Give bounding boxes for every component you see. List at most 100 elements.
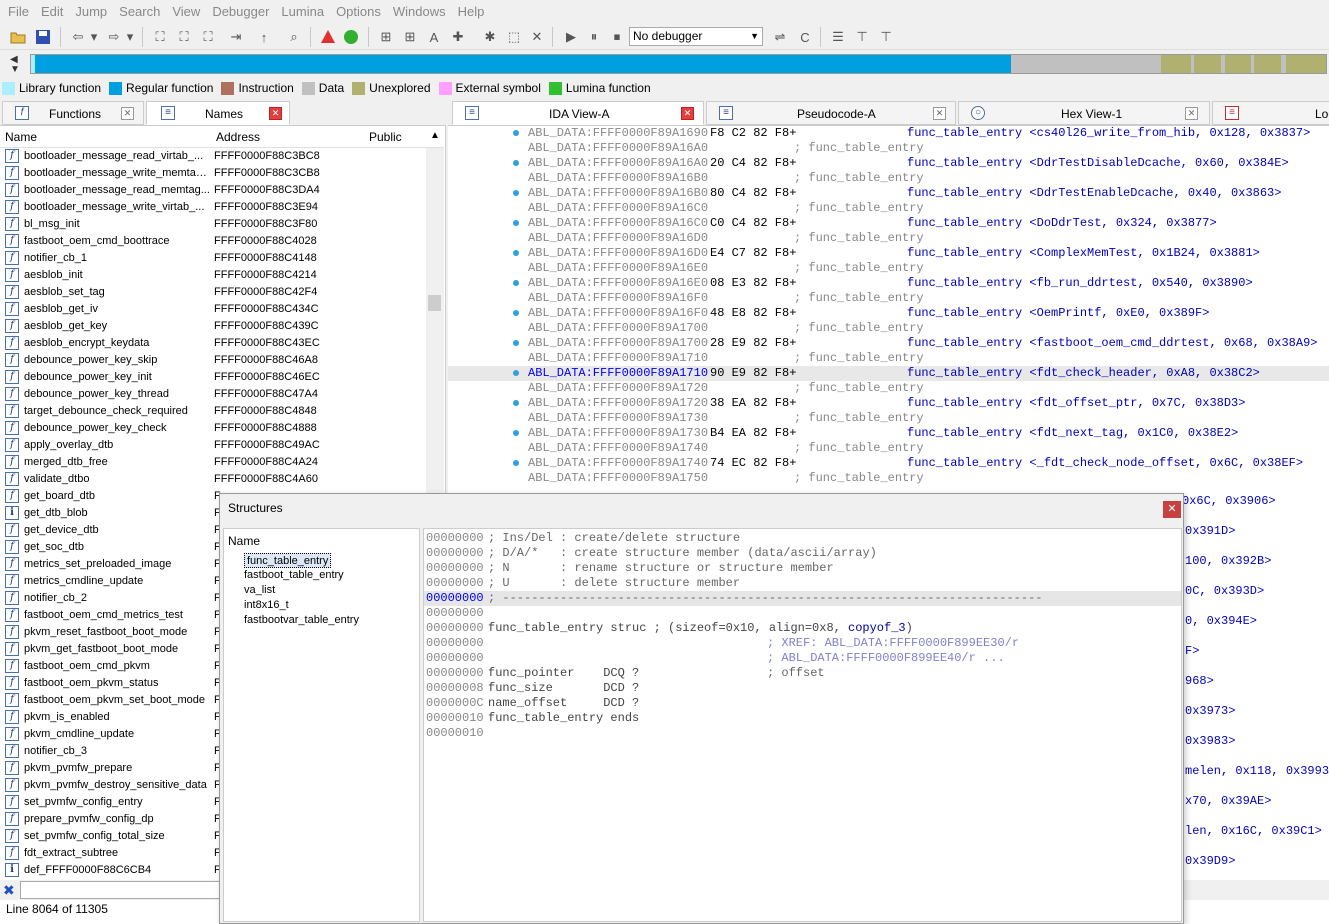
close-icon[interactable]: ✕ <box>1185 107 1198 120</box>
data-icon[interactable]: ⊞ <box>400 27 420 47</box>
struct-icon[interactable]: ✱ <box>480 27 500 47</box>
play-icon[interactable]: ▶ <box>561 27 581 47</box>
names-row[interactable]: f aesblob_get_key FFFF0000F88C439C <box>0 318 426 335</box>
structure-list-item[interactable]: int8x16_t <box>244 598 289 613</box>
ida-horizontal-scrollbar[interactable] <box>1184 880 1329 900</box>
structure-definition-view[interactable]: 00000000 ; Ins/Del : create/delete struct… <box>423 528 1182 922</box>
disasm-line[interactable]: ABL_DATA:FFFF0000F89A1690 F8 C2 82 F8+ fun… <box>448 126 1329 141</box>
forward-dropdown-icon[interactable]: ▾ <box>120 27 140 47</box>
structure-line[interactable]: 00000000 ; ABL_DATA:FFFF0000F899EE40/r ..… <box>424 651 1181 666</box>
scroll-up-icon[interactable]: ▲ <box>430 130 440 141</box>
menu-jump[interactable]: Jump <box>69 0 113 24</box>
find-icon[interactable]: ⌕ <box>284 27 304 47</box>
tab-pseudocode-a[interactable]: ≡ Pseudocode-A ✕ <box>706 101 956 125</box>
disasm-line[interactable]: ABL_DATA:FFFF0000F89A16D0 ; func_table_en… <box>448 231 1329 246</box>
graph-icon[interactable]: ⊤ <box>852 27 872 47</box>
debug-continue-icon[interactable]: C <box>795 27 815 47</box>
nav-down-arrow-icon[interactable]: ▼ <box>10 64 20 75</box>
column-name[interactable]: Name <box>5 130 37 144</box>
close-icon[interactable]: ✕ <box>681 107 694 120</box>
close-icon[interactable]: ✕ <box>121 107 134 120</box>
names-row[interactable]: f debounce_power_key_thread FFFF0000F88C47… <box>0 386 426 403</box>
names-row[interactable]: f fastboot_oem_cmd_boottrace FFFF0000F88C4… <box>0 233 426 250</box>
navigation-band[interactable] <box>30 54 1327 74</box>
structure-line[interactable]: 00000000 ; XREF: ABL_DATA:FFFF0000F899EE3… <box>424 636 1181 651</box>
structure-line[interactable]: 00000000 ; N : rename structure or struct… <box>424 561 1181 576</box>
disasm-line[interactable]: ABL_DATA:FFFF0000F89A1720 38 EA 82 F8+ fun… <box>448 396 1329 411</box>
structure-line[interactable]: 00000000 func_table_entry struc ; (sizeof… <box>424 621 1181 636</box>
disasm-line[interactable]: ABL_DATA:FFFF0000F89A1750 ; func_table_en… <box>448 471 1329 486</box>
pause-icon[interactable]: ⏸ <box>584 27 604 47</box>
names-row[interactable]: f aesblob_set_tag FFFF0000F88C42F4 <box>0 284 426 301</box>
disasm-line[interactable]: ABL_DATA:FFFF0000F89A16E0 08 E3 82 F8+ fun… <box>448 276 1329 291</box>
undefine-icon[interactable]: ⬚ <box>504 27 524 47</box>
structure-line[interactable]: 00000010 func_table_entry ends <box>424 711 1181 726</box>
structure-list-item[interactable]: func_table_entry <box>244 553 332 568</box>
names-row[interactable]: f bootloader_message_write_memtag... FFFF0… <box>0 165 426 182</box>
open-file-icon[interactable] <box>8 27 28 47</box>
string-icon[interactable]: A <box>424 27 444 47</box>
function-tools-icon[interactable]: ⛶ <box>198 27 218 47</box>
structure-list-item[interactable]: fastboot_table_entry <box>244 568 344 583</box>
filter-input[interactable] <box>20 881 220 899</box>
disasm-line[interactable]: ABL_DATA:FFFF0000F89A1700 28 E9 82 F8+ fun… <box>448 336 1329 351</box>
structure-line[interactable]: 00000000 ; Ins/Del : create/delete struct… <box>424 531 1181 546</box>
menu-lumina[interactable]: Lumina <box>275 0 330 24</box>
names-scroll-thumb[interactable] <box>428 295 441 311</box>
names-row[interactable]: f aesblob_init FFFF0000F88C4214 <box>0 267 426 284</box>
disasm-line[interactable]: ABL_DATA:FFFF0000F89A1700 ; func_table_en… <box>448 321 1329 336</box>
menu-search[interactable]: Search <box>113 0 166 24</box>
disasm-line[interactable]: ABL_DATA:FFFF0000F89A1730 ; func_table_en… <box>448 411 1329 426</box>
jump-icon[interactable]: ⇥ <box>226 27 246 47</box>
names-row[interactable]: f notifier_cb_1 FFFF0000F88C4148 <box>0 250 426 267</box>
structure-line[interactable]: 00000000 ; D/A/* : create structure membe… <box>424 546 1181 561</box>
structure-link[interactable]: copyof_3 <box>848 621 906 636</box>
names-row[interactable]: f target_debounce_check_required FFFF0000F… <box>0 403 426 420</box>
proximity-icon[interactable]: ☰ <box>828 27 848 47</box>
tab-functions[interactable]: f Functions ✕ <box>2 101 144 125</box>
disasm-line[interactable]: ABL_DATA:FFFF0000F89A16D0 E4 C7 82 F8+ fun… <box>448 246 1329 261</box>
names-row[interactable]: f bootloader_message_read_virtab_... FFFF0… <box>0 148 426 165</box>
names-row[interactable]: f aesblob_encrypt_keydata FFFF0000F88C43EC <box>0 335 426 352</box>
disasm-line[interactable]: ABL_DATA:FFFF0000F89A16F0 ; func_table_en… <box>448 291 1329 306</box>
names-row[interactable]: f debounce_power_key_skip FFFF0000F88C46A8 <box>0 352 426 369</box>
names-row[interactable]: f validate_dtbo FFFF0000F88C4A60 <box>0 471 426 488</box>
attach-icon[interactable]: ⇌ <box>770 27 790 47</box>
disasm-line[interactable]: ABL_DATA:FFFF0000F89A16E0 ; func_table_en… <box>448 261 1329 276</box>
column-public[interactable]: Public <box>369 130 402 144</box>
disasm-line[interactable]: ABL_DATA:FFFF0000F89A16A0 20 C4 82 F8+ fun… <box>448 156 1329 171</box>
debugger-select[interactable]: No debugger ▼ <box>629 27 763 46</box>
code-icon[interactable]: ⊞ <box>376 27 396 47</box>
close-icon[interactable]: ✕ <box>933 107 946 120</box>
tab-hex-view-1[interactable]: ○ Hex View-1 ✕ <box>958 101 1210 125</box>
disasm-line[interactable]: ABL_DATA:FFFF0000F89A1730 B4 EA 82 F8+ fun… <box>448 426 1329 441</box>
column-address[interactable]: Address <box>216 130 260 144</box>
structure-line[interactable]: 00000000 ; U : delete structure member <box>424 576 1181 591</box>
structure-line[interactable]: 00000000 ; ------------------------------… <box>424 591 1181 606</box>
stop-icon[interactable]: ⏹ <box>607 27 627 47</box>
disasm-line[interactable]: ABL_DATA:FFFF0000F89A1740 ; func_table_en… <box>448 441 1329 456</box>
structure-line[interactable]: 00000000 func_pointer DCQ ? ; offset <box>424 666 1181 681</box>
back-dropdown-icon[interactable]: ▾ <box>84 27 104 47</box>
array-icon[interactable]: ✚ <box>448 27 468 47</box>
menu-windows[interactable]: Windows <box>387 0 452 24</box>
disasm-line[interactable]: ABL_DATA:FFFF0000F89A16B0 80 C4 82 F8+ fun… <box>448 186 1329 201</box>
menu-edit[interactable]: Edit <box>35 0 69 24</box>
up-arrow-icon[interactable]: ↑ <box>254 27 274 47</box>
names-row[interactable]: f debounce_power_key_check FFFF0000F88C488… <box>0 420 426 437</box>
clear-filter-icon[interactable]: ✖ <box>3 882 15 899</box>
edit-function-icon[interactable]: ⛶ <box>174 27 194 47</box>
structure-line[interactable]: 00000008 func_size DCD ? <box>424 681 1181 696</box>
structure-line[interactable]: 00000010 <box>424 726 1181 741</box>
menu-debugger[interactable]: Debugger <box>206 0 275 24</box>
tab-locals[interactable]: ≡ Loc <box>1212 101 1329 125</box>
close-icon[interactable]: ✕ <box>269 107 282 120</box>
disasm-line[interactable]: ABL_DATA:FFFF0000F89A1740 74 EC 82 F8+ fun… <box>448 456 1329 471</box>
menu-options[interactable]: Options <box>330 0 387 24</box>
names-row[interactable]: f merged_dtb_free FFFF0000F88C4A24 <box>0 454 426 471</box>
disasm-line[interactable]: ABL_DATA:FFFF0000F89A1710 90 E9 82 F8+ fun… <box>448 366 1329 381</box>
menu-file[interactable]: File <box>2 0 35 24</box>
names-row[interactable]: f bootloader_message_read_memtag... FFFF00… <box>0 182 426 199</box>
disasm-line[interactable]: ABL_DATA:FFFF0000F89A1720 ; func_table_en… <box>448 381 1329 396</box>
names-row[interactable]: f bl_msg_init FFFF0000F88C3F80 <box>0 216 426 233</box>
